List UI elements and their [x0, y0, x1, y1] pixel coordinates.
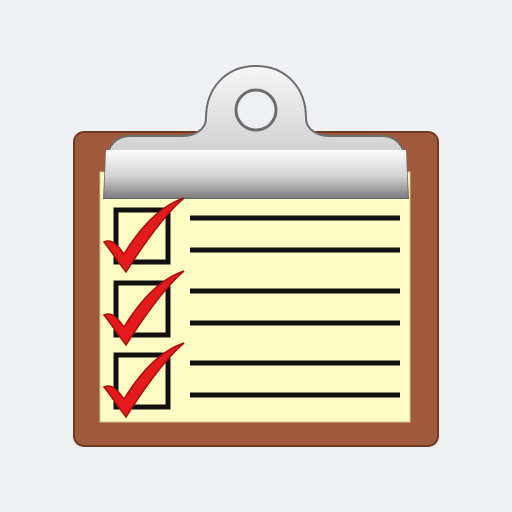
- clipboard-checklist-icon: [73, 64, 439, 447]
- icon-canvas: [0, 0, 512, 512]
